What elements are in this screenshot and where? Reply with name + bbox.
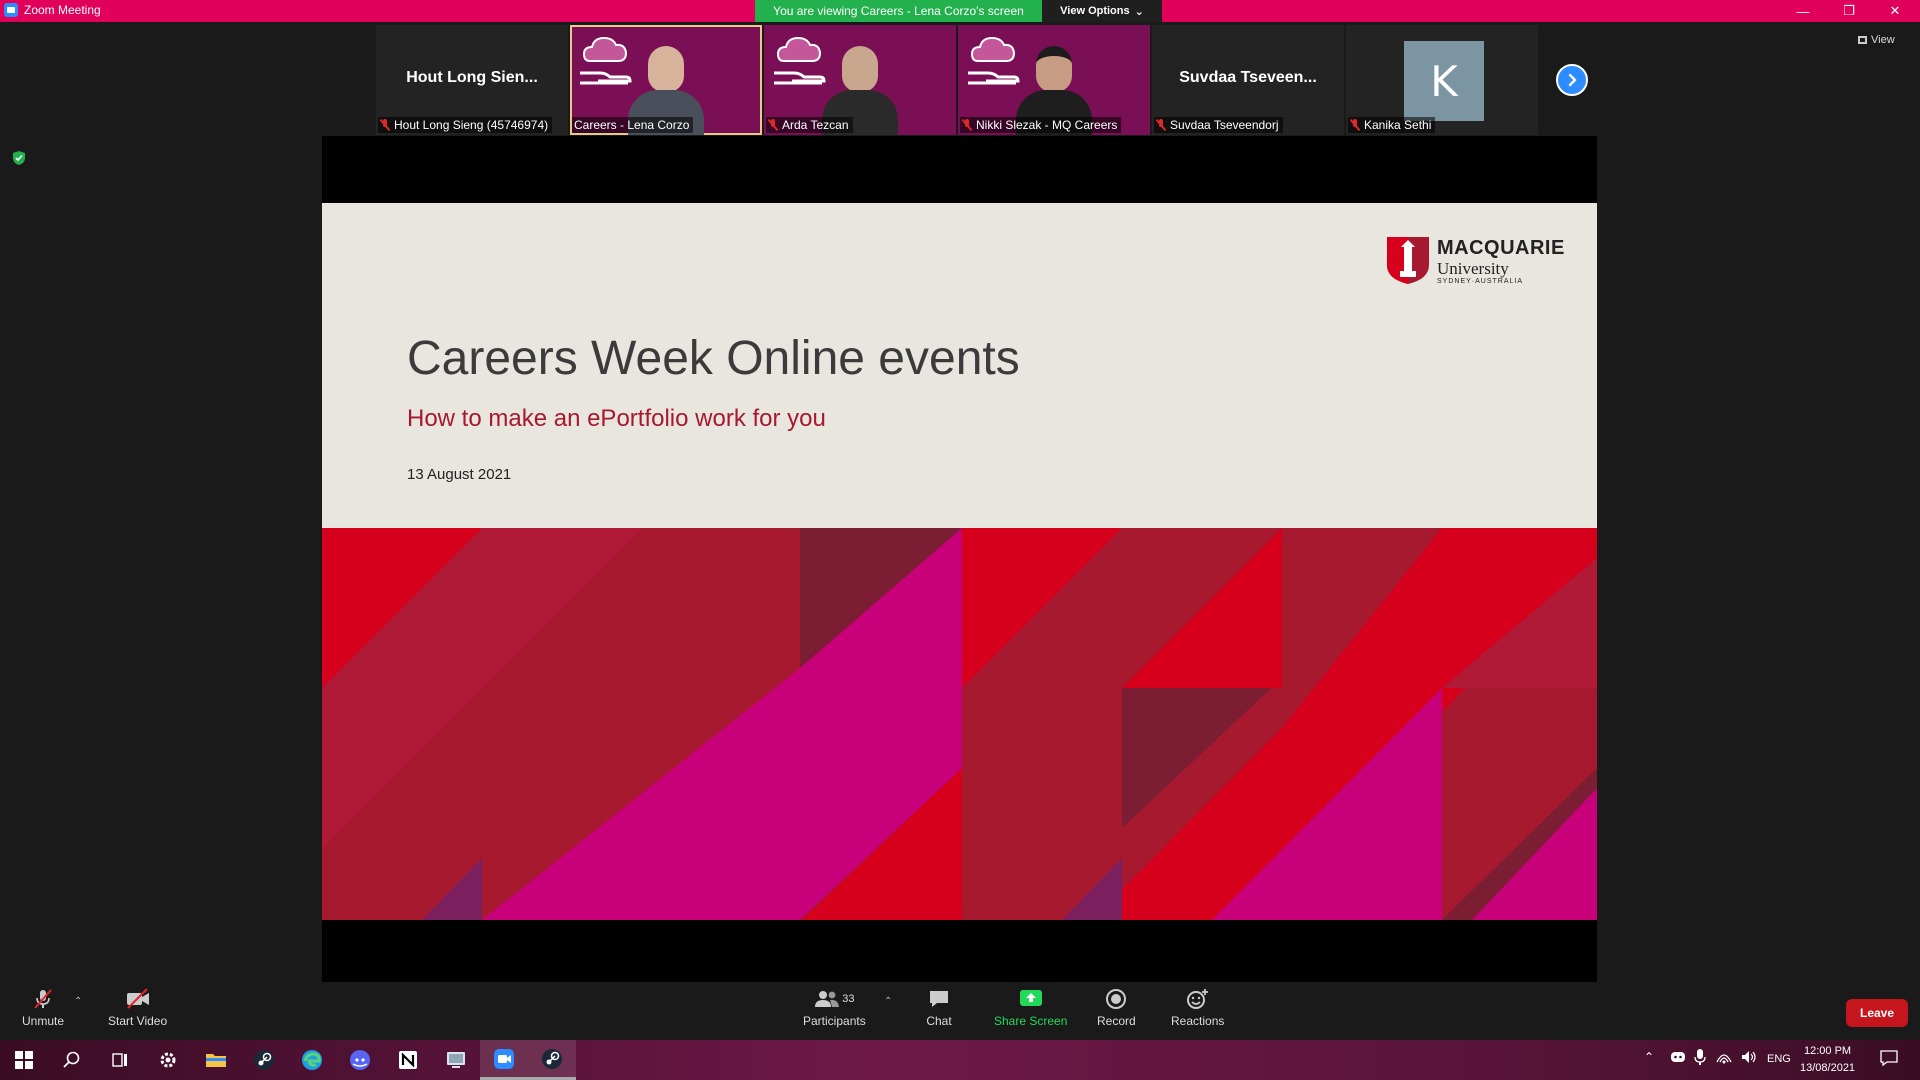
participants-button[interactable]: 33 Participants [803,988,866,1028]
participant-tile[interactable]: Arda Tezcan [764,25,956,135]
mic-muted-icon [962,119,972,131]
steam-taskbar-icon[interactable] [528,1040,576,1080]
app-title: Zoom Meeting [4,3,101,17]
microphone-tray-icon[interactable] [1694,1049,1706,1070]
taskbar-clock[interactable]: 12:00 PM 13/08/2021 [1800,1043,1855,1077]
close-icon[interactable]: ✕ [1872,0,1918,22]
reactions-button[interactable]: Reactions [1171,988,1224,1028]
share-screen-button[interactable]: Share Screen [994,988,1067,1028]
participant-count: 33 [842,993,855,1005]
chat-icon [926,988,952,1010]
slide-subtitle: How to make an ePortfolio work for you [407,405,826,432]
mic-muted-icon [768,119,778,131]
participant-nametag: Kanika Sethi [1348,117,1436,133]
logo-wordmark: MACQUARIE [1437,237,1565,259]
slide-title: Careers Week Online events [407,332,1020,385]
unmute-label: Unmute [22,1014,65,1028]
participant-tile[interactable]: K Kanika Sethi [1346,25,1538,135]
settings-gear-icon[interactable] [144,1040,192,1080]
macquarie-crest-icon [1387,237,1429,284]
task-view-icon[interactable] [96,1040,144,1080]
tray-overflow-chevron-icon[interactable]: ⌃ [1644,1050,1654,1064]
mic-muted-icon [1350,119,1360,131]
chat-label: Chat [926,1014,952,1028]
discord-tray-icon[interactable] [1670,1050,1686,1069]
participant-name: Hout Long Sieng (45746974) [394,118,549,132]
participants-options-caret-icon[interactable]: ⌃ [884,996,892,1007]
chat-button[interactable]: Chat [926,988,952,1028]
participant-display-name: Suvdaa Tseveen... [1179,69,1317,86]
notification-center-icon[interactable] [1880,1050,1898,1071]
start-video-button[interactable]: Start Video [108,988,167,1028]
zoom-taskbar-icon[interactable] [480,1040,528,1080]
participant-nametag: Nikki Slezak - MQ Careers [960,117,1122,133]
mic-muted-icon [1156,119,1166,131]
view-label: View [1871,34,1895,46]
minimize-icon[interactable]: — [1780,0,1826,22]
clock-time: 12:00 PM [1803,1045,1852,1057]
participant-nametag: Suvdaa Tseveendorj [1154,117,1283,133]
emoji-reaction-icon [1185,988,1211,1010]
file-explorer-icon[interactable] [192,1040,240,1080]
macquarie-logo: MACQUARIE University SYDNEY·AUSTRALIA [1385,235,1565,295]
record-label: Record [1097,1014,1136,1028]
participant-tile[interactable]: Careers - Lena Corzo [570,25,762,135]
shared-slide: MACQUARIE University SYDNEY·AUSTRALIA Ca… [322,203,1597,920]
steam-icon[interactable] [240,1040,288,1080]
participant-nametag: Hout Long Sieng (45746974) [378,117,553,133]
viewing-banner: You are viewing Careers - Lena Corzo's s… [755,0,1042,22]
wifi-icon[interactable] [1716,1050,1732,1069]
participant-tile[interactable]: Hout Long Sien... Hout Long Sieng (45746… [376,25,568,135]
participant-nametag: Careers - Lena Corzo [572,117,694,133]
participant-nametag: Arda Tezcan [766,117,853,133]
view-options-label: View Options [1060,5,1130,17]
mic-muted-icon [30,988,56,1010]
view-options-button[interactable]: View Options ⌄ [1042,0,1162,22]
reactions-label: Reactions [1171,1014,1225,1028]
restore-icon[interactable]: ❐ [1826,0,1872,22]
participant-display-name: Hout Long Sien... [406,69,538,86]
grid-view-icon [1858,36,1867,44]
edge-browser-icon[interactable] [288,1040,336,1080]
chevron-down-icon: ⌄ [1134,5,1144,18]
participants-icon: 33 [809,988,859,1010]
discord-icon[interactable] [336,1040,384,1080]
search-icon[interactable] [48,1040,96,1080]
start-video-label: Start Video [108,1014,168,1028]
participants-label: Participants [803,1014,866,1028]
participant-name: Arda Tezcan [782,118,849,132]
windows-start-icon[interactable] [0,1040,48,1080]
participant-name: Nikki Slezak - MQ Careers [976,118,1118,132]
participant-tile[interactable]: Suvdaa Tseveen... Suvdaa Tseveendorj [1152,25,1344,135]
notion-icon[interactable] [384,1040,432,1080]
share-screen-label: Share Screen [994,1014,1068,1028]
record-button[interactable]: Record [1097,988,1136,1028]
next-page-arrow-icon[interactable] [1556,64,1588,96]
share-screen-icon [1018,988,1044,1010]
view-layout-button[interactable]: View [1858,34,1895,46]
encryption-shield-icon[interactable] [12,150,26,166]
window-title: Zoom Meeting [24,3,101,17]
meeting-toolbar [0,982,1920,1040]
record-icon [1103,988,1129,1010]
participant-name: Suvdaa Tseveendorj [1170,118,1279,132]
mic-muted-icon [380,119,390,131]
logo-tagline: SYDNEY·AUSTRALIA [1437,278,1524,285]
participant-name: Kanika Sethi [1364,118,1432,132]
zoom-logo-icon [4,3,18,17]
audio-options-caret-icon[interactable]: ⌃ [74,996,82,1007]
video-off-icon [125,988,151,1010]
volume-icon[interactable] [1741,1050,1757,1069]
avatar: K [1404,41,1484,121]
clock-date: 13/08/2021 [1800,1062,1856,1074]
remote-desktop-icon[interactable] [432,1040,480,1080]
unmute-button[interactable]: Unmute [22,988,64,1028]
participant-tile[interactable]: Nikki Slezak - MQ Careers [958,25,1150,135]
logo-university: University [1437,259,1509,278]
decorative-stripe-pattern [322,528,1597,920]
slide-date: 13 August 2021 [407,466,512,483]
input-language-indicator[interactable]: ENG [1767,1053,1791,1065]
leave-button[interactable]: Leave [1846,999,1908,1027]
participant-name: Careers - Lena Corzo [574,118,690,132]
